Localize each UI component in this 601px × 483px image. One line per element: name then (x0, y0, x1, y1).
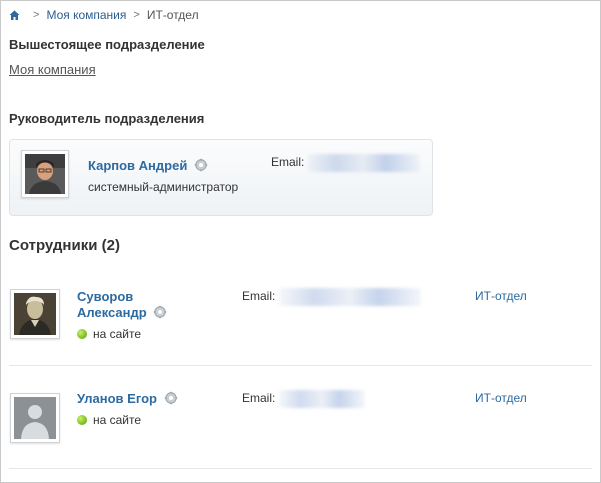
home-icon[interactable] (9, 10, 20, 21)
online-dot-icon (77, 329, 87, 339)
chevron-right-icon: > (133, 9, 140, 21)
employee-email-label: Email: (242, 391, 276, 405)
chevron-right-icon: > (33, 9, 40, 21)
head-position: системный-администратор (88, 180, 239, 194)
online-status-text: на сайте (93, 327, 142, 341)
head-name: Карпов Андрей (88, 158, 188, 173)
online-status-text: на сайте (93, 413, 142, 427)
online-status: на сайте (77, 413, 141, 427)
employee-name-line1: Уланов Егор (77, 391, 157, 406)
gear-icon[interactable] (164, 391, 178, 405)
user-photo-icon (25, 154, 65, 194)
employee-avatar[interactable] (10, 289, 60, 339)
user-photo-icon (14, 293, 56, 335)
head-email-label: Email: (271, 155, 305, 169)
breadcrumb: > Моя компания > ИТ-отдел (9, 7, 199, 23)
head-card: Карпов Андрей системный-администратор Em… (9, 139, 433, 216)
employee-email-value[interactable] (279, 288, 421, 306)
breadcrumb-company-link[interactable]: Моя компания (46, 8, 126, 22)
employee-name-link[interactable]: Суворов Александр (77, 289, 167, 321)
employee-department-link[interactable]: ИТ-отдел (475, 289, 527, 303)
employee-email-label: Email: (242, 289, 276, 303)
employee-email-value[interactable] (279, 390, 365, 408)
employee-name-line1: Суворов (77, 289, 134, 304)
employees-title: Сотрудники (2) (9, 237, 120, 254)
parent-section-title: Вышестоящее подразделение (9, 37, 205, 52)
employee-name-link[interactable]: Уланов Егор (77, 391, 178, 407)
employee-name-line2: Александр (77, 305, 147, 320)
department-page: > Моя компания > ИТ-отдел Вышестоящее по… (0, 0, 601, 483)
head-avatar[interactable] (21, 150, 69, 198)
employee-department-link[interactable]: ИТ-отдел (475, 391, 527, 405)
online-status: на сайте (77, 327, 141, 341)
breadcrumb-current: ИТ-отдел (146, 8, 199, 22)
parent-department-link[interactable]: Моя компания (9, 62, 96, 77)
row-divider (9, 365, 592, 366)
gear-icon[interactable] (153, 305, 167, 319)
employee-avatar[interactable] (10, 393, 60, 443)
online-dot-icon (77, 415, 87, 425)
row-divider (9, 468, 592, 469)
gear-icon[interactable] (194, 158, 208, 172)
head-email-value[interactable] (308, 154, 419, 172)
head-section-title: Руководитель подразделения (9, 111, 205, 126)
head-name-link[interactable]: Карпов Андрей (88, 158, 208, 174)
default-avatar-icon (14, 397, 56, 439)
